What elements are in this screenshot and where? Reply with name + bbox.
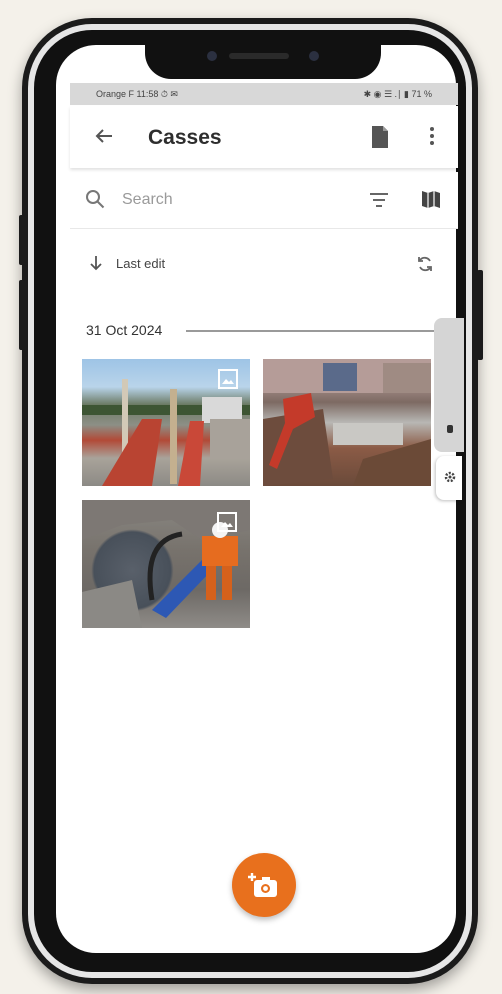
photo-thumbnail[interactable] bbox=[82, 500, 250, 628]
sort-label[interactable]: Last edit bbox=[116, 256, 165, 271]
image-icon bbox=[217, 512, 237, 532]
search-input[interactable] bbox=[120, 186, 324, 214]
settings-tab[interactable] bbox=[436, 456, 462, 500]
arrow-down-icon[interactable] bbox=[88, 254, 104, 272]
add-photo-button[interactable] bbox=[232, 853, 296, 917]
map-icon[interactable] bbox=[420, 188, 442, 210]
status-left: Orange F 11:58 ⏱ ✉ bbox=[96, 88, 178, 99]
photo-thumbnail[interactable] bbox=[82, 359, 250, 486]
power-button bbox=[477, 270, 483, 360]
group-date: 31 Oct 2024 bbox=[86, 322, 163, 338]
search-icon bbox=[86, 190, 105, 209]
add-photo-icon bbox=[248, 873, 277, 897]
pin-icon bbox=[447, 425, 453, 433]
photo-scene bbox=[263, 359, 431, 486]
image-icon bbox=[218, 369, 238, 389]
filter-icon[interactable] bbox=[368, 190, 390, 210]
status-right: ✱ ◉ ☰ .∣ ▮ 71 % bbox=[363, 88, 432, 99]
page-title: Casses bbox=[148, 126, 222, 149]
document-icon[interactable] bbox=[370, 125, 390, 149]
arrow-left-icon[interactable] bbox=[92, 124, 116, 148]
volume-button bbox=[19, 280, 25, 350]
divider bbox=[70, 228, 458, 229]
sensor bbox=[309, 51, 319, 61]
photo-thumbnail[interactable] bbox=[263, 359, 431, 486]
app-bar: Casses bbox=[70, 106, 458, 168]
group-divider bbox=[186, 330, 436, 332]
sync-icon[interactable] bbox=[415, 254, 435, 274]
side-panel-handle[interactable] bbox=[434, 318, 464, 452]
speaker bbox=[229, 53, 289, 59]
camera-icon bbox=[207, 51, 217, 61]
gear-icon bbox=[444, 471, 456, 483]
status-bar: Orange F 11:58 ⏱ ✉ ✱ ◉ ☰ .∣ ▮ 71 % bbox=[70, 83, 458, 105]
volume-button bbox=[19, 215, 25, 265]
search-bar bbox=[70, 172, 458, 228]
notch bbox=[145, 37, 381, 79]
more-vertical-icon[interactable] bbox=[422, 124, 442, 148]
